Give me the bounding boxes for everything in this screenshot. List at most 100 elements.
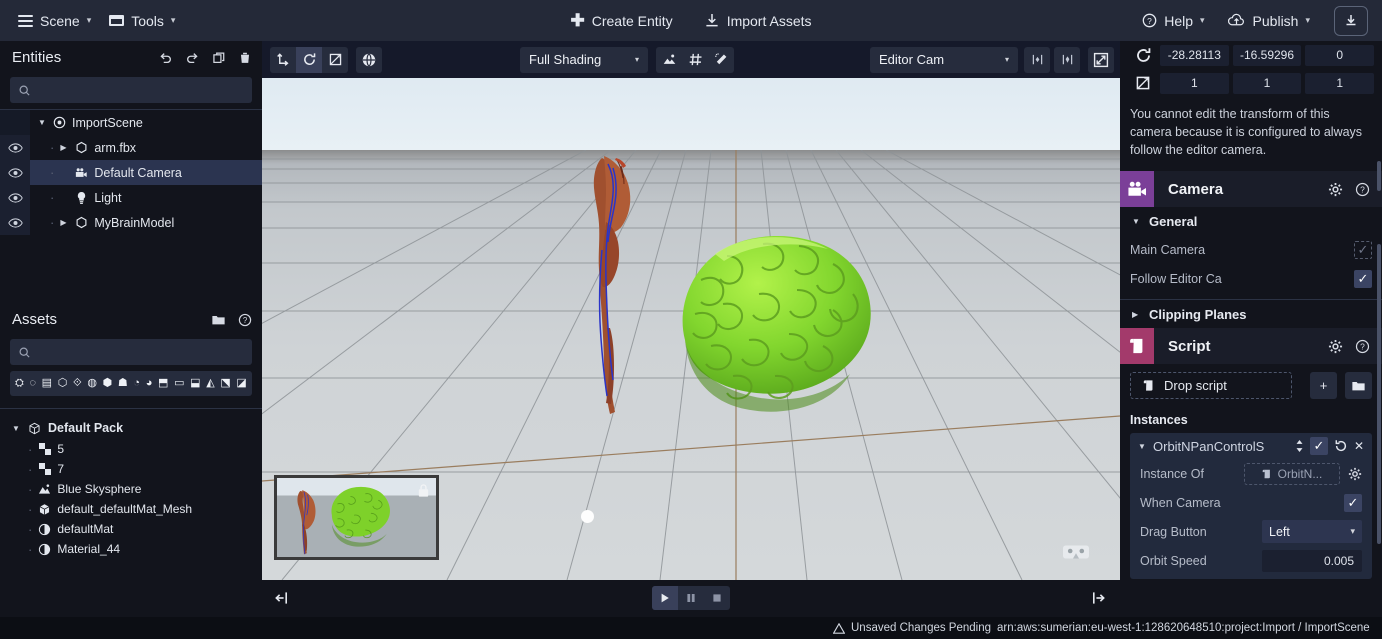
inspector-scrollbar[interactable] [1377, 244, 1381, 544]
follow-editor-camera-checkbox[interactable]: ✓ [1354, 269, 1372, 288]
publish-menu[interactable]: Publish ▾ [1227, 13, 1310, 29]
import-assets-button[interactable]: Import Assets [705, 12, 812, 29]
brain-model[interactable] [667, 228, 887, 413]
script-component-header[interactable]: Script ? [1120, 328, 1382, 365]
rotation-z-field[interactable]: 0 [1305, 44, 1375, 66]
fullscreen-icon[interactable] [1088, 46, 1114, 73]
texture2-icon[interactable]: ⬔ [220, 378, 230, 389]
mesh-icon[interactable]: ⬡ [58, 378, 68, 389]
camera-select[interactable]: Editor Cam ▾ [870, 46, 1018, 73]
asset-pack-default[interactable]: ▼ Default Pack [0, 417, 262, 439]
lock-icon[interactable] [417, 483, 430, 498]
effects-icon[interactable] [708, 47, 734, 73]
scene-menu[interactable]: Scene ▾ [18, 12, 91, 30]
visibility-toggle[interactable] [0, 135, 30, 160]
entity-row-default-camera[interactable]: · Default Camera [0, 160, 262, 185]
entities-search[interactable] [10, 77, 252, 103]
when-camera-checkbox[interactable]: ✓ [1344, 493, 1362, 512]
scale-x-field[interactable]: 1 [1160, 72, 1229, 94]
environment-icon[interactable] [656, 47, 682, 73]
vr-goggles-icon[interactable] [1062, 542, 1090, 562]
instance-of-dropzone[interactable]: OrbitN... [1244, 462, 1340, 485]
asset-item[interactable]: · 7 [0, 459, 262, 479]
asset-item[interactable]: · defaultMat [0, 519, 262, 539]
create-entity-button[interactable]: ✚ Create Entity [571, 12, 673, 29]
drop-script-zone[interactable]: Drop script [1130, 372, 1292, 400]
grid-icon[interactable] [682, 47, 708, 73]
add-script-button[interactable]: + [1310, 372, 1337, 400]
remove-instance-button[interactable]: ✕ [1354, 439, 1364, 453]
play-button[interactable] [652, 585, 678, 610]
visibility-toggle[interactable] [0, 185, 30, 210]
script-instance-header[interactable]: ▼ OrbitNPanControlS ✓ ✕ [1130, 433, 1372, 459]
texture-icon[interactable]: ☗ [118, 378, 128, 389]
skin-icon[interactable]: ◪ [236, 378, 246, 389]
tools-menu[interactable]: Tools ▾ [109, 13, 175, 29]
rotation-x-field[interactable]: -28.28113 [1160, 44, 1229, 66]
arm-model[interactable] [572, 150, 642, 420]
json-icon[interactable]: ▭ [174, 378, 184, 389]
viewport-3d[interactable] [262, 78, 1120, 580]
chevron-down-icon[interactable]: ▼ [1132, 217, 1141, 226]
asset-item[interactable]: · Material_44 [0, 539, 262, 559]
visibility-toggle[interactable] [0, 210, 30, 235]
scale-tool-button[interactable] [322, 47, 348, 73]
chevron-down-icon[interactable]: ▼ [1138, 442, 1147, 451]
gear-icon[interactable] [1328, 182, 1343, 197]
main-camera-checkbox[interactable]: ✓ [1354, 240, 1372, 259]
entity-row-light[interactable]: · Light [0, 185, 262, 210]
expander-icon[interactable]: ▶ [60, 218, 69, 227]
folder-icon[interactable] [211, 313, 226, 326]
script-icon[interactable]: ◕ [146, 378, 153, 389]
publish-panel-button[interactable] [1334, 5, 1368, 36]
duplicate-icon[interactable] [212, 51, 226, 65]
stop-button[interactable] [704, 586, 730, 610]
script-instance-enabled-checkbox[interactable]: ✓ [1309, 437, 1328, 456]
clipping-planes-section[interactable]: ▶ Clipping Planes [1120, 300, 1382, 328]
minimap-preview[interactable] [274, 475, 439, 560]
asset-item[interactable]: · Blue Skysphere [0, 479, 262, 499]
machine-icon[interactable]: ◭ [206, 378, 214, 389]
entity-row-importscene[interactable]: ▼ ImportScene [0, 110, 262, 135]
instance-of-gear-icon[interactable] [1348, 467, 1362, 481]
collapse-left-icon[interactable] [274, 590, 290, 606]
material-icon[interactable]: ◍ [87, 378, 97, 389]
delete-icon[interactable] [238, 51, 252, 65]
audio-icon[interactable]: ◔ [133, 378, 140, 389]
assets-search[interactable] [10, 339, 252, 365]
globe-icon[interactable] [356, 47, 382, 73]
camera-general-section[interactable]: ▼ General [1120, 207, 1382, 235]
snap-horizontal-icon[interactable] [1024, 46, 1050, 73]
entity-row-arm-fbx[interactable]: · ▶ arm.fbx [0, 135, 262, 160]
help-icon[interactable]: ? [1355, 182, 1370, 197]
expander-icon[interactable]: ▼ [38, 118, 47, 127]
help-icon[interactable]: ? [238, 313, 252, 327]
scale-y-field[interactable]: 1 [1232, 72, 1302, 94]
entity-row-mybrainmodel[interactable]: · ▶ MyBrainModel [0, 210, 262, 235]
pause-button[interactable] [678, 586, 704, 610]
redo-icon[interactable] [185, 51, 200, 65]
collapse-right-icon[interactable] [1090, 590, 1106, 606]
help-menu[interactable]: ? Help ▾ [1142, 13, 1205, 29]
reset-icon[interactable] [1334, 439, 1348, 453]
rotation-y-field[interactable]: -16.59296 [1232, 44, 1302, 66]
asset-item[interactable]: · 5 [0, 439, 262, 459]
browse-script-button[interactable] [1345, 372, 1372, 400]
dialog-icon[interactable]: ⬒ [158, 378, 168, 389]
orbit-speed-field[interactable]: 0.005 [1262, 549, 1362, 572]
inspector-scrollbar-top[interactable] [1377, 161, 1381, 191]
assets-search-input[interactable] [38, 345, 244, 359]
undo-icon[interactable] [158, 51, 173, 65]
translate-tool-button[interactable] [270, 47, 296, 73]
rotate-tool-button[interactable] [296, 46, 322, 73]
snap-vertical-icon[interactable] [1054, 46, 1080, 73]
entities-search-input[interactable] [38, 83, 244, 97]
terrain-icon[interactable]: ⬓ [190, 378, 200, 389]
camera-component-header[interactable]: Camera ? [1120, 171, 1382, 208]
asset-item[interactable]: · default_defaultMat_Mesh [0, 499, 262, 519]
film-icon[interactable]: ▤ [42, 378, 52, 389]
transform-gizmo-handle[interactable] [581, 510, 594, 523]
animation-icon[interactable]: ⟐ [73, 378, 82, 389]
reorder-icon[interactable] [1295, 439, 1304, 453]
expander-icon[interactable]: ▶ [60, 143, 69, 152]
